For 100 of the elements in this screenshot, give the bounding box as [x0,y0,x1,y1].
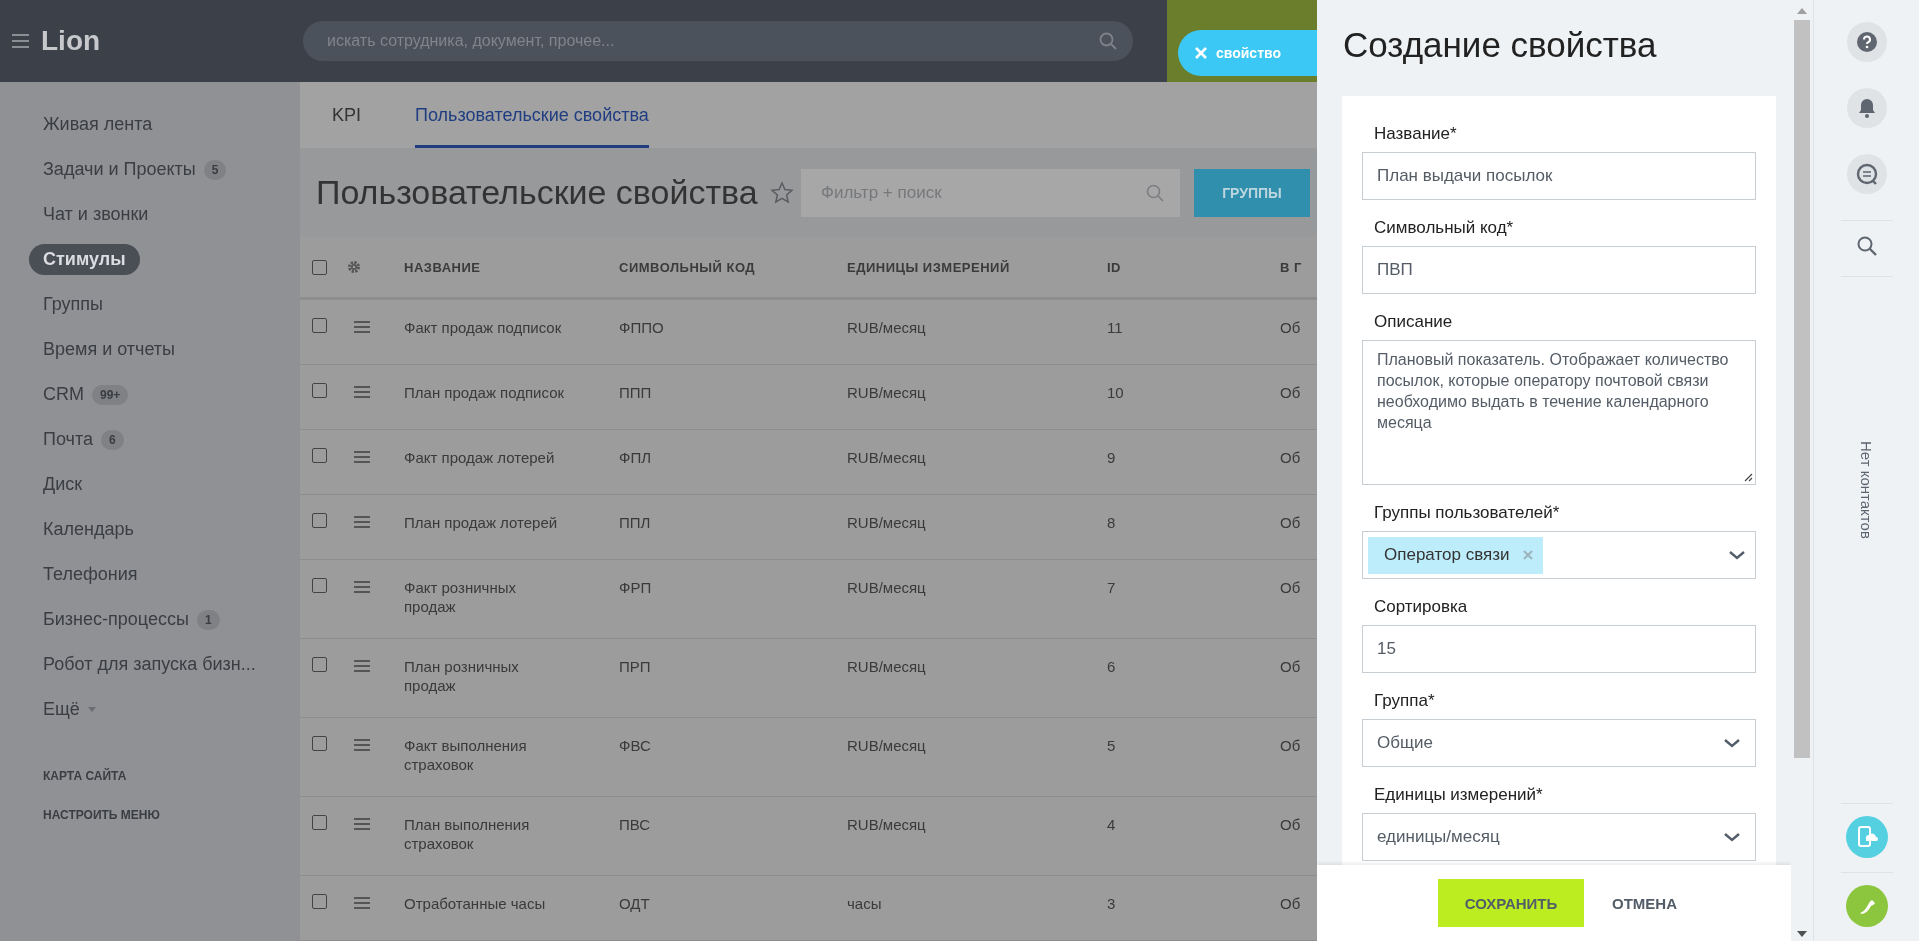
table-cell: Об [1280,514,1301,531]
table-cell: Факт розничных продаж [404,579,516,615]
save-button[interactable]: СОХРАНИТЬ [1438,879,1584,927]
table-cell: RUB/месяц [847,737,926,754]
help-icon[interactable] [1846,22,1887,62]
table-cell: 5 [1107,737,1116,754]
menu-item[interactable]: Телефония [43,564,138,585]
table-cell: 11 [1107,319,1123,336]
chat-icon[interactable] [1846,154,1887,194]
table-cell: План выполнения страховок [404,816,530,852]
table-cell: RUB/месяц [847,514,926,531]
table-cell: Об [1280,449,1301,466]
table-cell: Факт продаж подписок [404,319,562,336]
close-icon [1194,46,1208,60]
table-cell: Об [1280,579,1301,596]
menu-item[interactable]: Диск [43,474,83,495]
checkbox[interactable] [312,657,327,672]
text-field[interactable]: 15 [1362,625,1756,673]
field-label: Группы пользователей* [1373,503,1561,524]
table-cell: 10 [1107,384,1124,401]
close-panel-button[interactable]: свойство [1178,30,1317,76]
drag-handle-icon [354,818,370,830]
column-header[interactable]: НАЗВАНИЕ [404,260,481,275]
search-icon [1099,32,1117,50]
resize-grip-icon [1744,473,1753,482]
select-field[interactable]: единицы/месяц [1362,813,1756,861]
field-label: Символьный код* [1373,218,1515,239]
search-icon [1146,183,1164,202]
table-cell: ПРП [619,658,651,675]
menu-item[interactable]: Робот для запуска бизн... [43,654,256,675]
column-header[interactable]: ID [1107,260,1121,275]
checkbox[interactable] [312,383,327,398]
drag-handle-icon [354,516,370,528]
text-field[interactable]: План выдачи посылок [1362,152,1756,200]
logo[interactable]: Lion [41,25,101,57]
checkbox[interactable] [312,736,327,751]
groups-select[interactable]: Оператор связи [1362,531,1756,579]
table-cell: План продаж лотерей [404,514,558,531]
column-header[interactable]: ЕДИНИЦЫ ИЗМЕРЕНИЙ [847,260,1010,275]
cancel-button[interactable]: ОТМЕНА [1606,893,1683,913]
checkbox[interactable] [312,894,327,909]
table-cell: Об [1280,658,1301,675]
menu-item[interactable]: Задачи и Проекты [43,159,196,180]
checkbox[interactable] [312,448,327,463]
menu-item[interactable]: Почта [43,429,93,450]
table-cell: ОДТ [619,895,650,912]
menu-link[interactable]: НАСТРОИТЬ МЕНЮ [0,795,300,834]
checkbox[interactable] [312,815,327,830]
bell-icon[interactable] [1846,88,1887,128]
remove-icon [1523,550,1534,560]
table-cell: ППЛ [619,514,651,531]
caret-icon [87,707,96,712]
checkbox[interactable] [312,578,327,593]
menu-item[interactable]: Живая лента [43,114,153,135]
column-header[interactable]: В Г [1280,260,1302,275]
table-cell: Об [1280,319,1301,336]
drag-handle-icon [354,739,370,751]
chevron-down-icon [1728,550,1746,560]
search-icon[interactable] [1855,235,1878,257]
field-label: Название* [1373,124,1458,145]
table-cell: RUB/месяц [847,319,926,336]
table-cell: Об [1280,737,1301,754]
checkbox[interactable] [312,513,327,528]
description-field[interactable]: Плановый показатель. Отображает количество посылок, которые оператору почтовой связи необходимо выдать в течение календарного месяца [1362,340,1756,485]
checkbox[interactable] [312,259,327,275]
drag-handle-icon [354,660,370,672]
menu-item[interactable]: Чат и звонки [43,204,149,225]
groups-button[interactable]: ГРУППЫ [1194,168,1310,217]
select-field[interactable]: Общие [1362,719,1756,767]
star-icon [769,180,794,205]
menu-item[interactable]: Время и отчеты [43,339,176,360]
table-cell: План розничных продаж [404,658,519,694]
menu-icon [12,34,29,48]
table-cell: ПВС [619,816,651,833]
chevron-down-icon [1723,738,1741,748]
table-cell: Об [1280,816,1301,833]
count-badge: 99+ [92,384,129,405]
menu-item[interactable]: Стимулы [29,244,140,275]
tab[interactable]: KPI [332,82,361,149]
text-field[interactable]: ПВП [1362,246,1756,294]
menu-item[interactable]: CRM [43,384,84,405]
menu-item[interactable]: Группы [43,294,103,315]
table-cell: 4 [1107,816,1116,833]
drag-handle-icon [354,321,370,333]
menu-item[interactable]: Календарь [43,519,134,540]
panel-title: Создание свойства [1342,24,1658,66]
menu-item[interactable]: Бизнес-процессы [43,609,189,630]
drag-handle-icon [354,897,370,909]
count-badge: 1 [196,609,220,630]
table-cell: Факт продаж лотерей [404,449,555,466]
column-header[interactable]: СИМВОЛЬНЫЙ КОД [619,260,756,275]
table-cell: RUB/месяц [847,579,926,596]
table-cell: Факт выполнения страховок [404,737,527,773]
checkbox[interactable] [312,318,327,333]
table-cell: часы [847,895,882,912]
chevron-down-icon [1723,832,1741,842]
menu-item[interactable]: Ещё [43,699,80,720]
menu-link[interactable]: КАРТА САЙТА [0,756,300,795]
gear-icon [347,260,361,274]
table-cell: 8 [1107,514,1116,531]
